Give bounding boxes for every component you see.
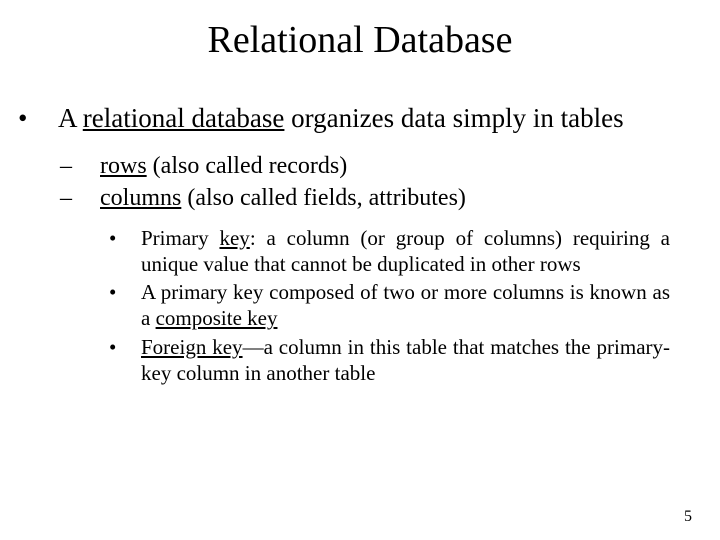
subsub-text-underline: composite key xyxy=(156,306,278,330)
slide-title: Relational Database xyxy=(30,18,690,62)
dot-marker: • xyxy=(125,279,141,305)
sub-text-post: (also called records) xyxy=(147,153,348,179)
sub-text-underline: columns xyxy=(100,185,181,211)
subsub-text-underline: Foreign key xyxy=(141,335,243,359)
bullet-marker: • xyxy=(38,102,58,136)
dot-marker: • xyxy=(125,225,141,251)
sub-bullet-rows: –rows (also called records) xyxy=(80,150,690,182)
sub-bullet-columns: –columns (also called fields, attributes… xyxy=(80,182,690,214)
bullet-text-underline: relational database xyxy=(83,103,285,133)
dot-marker: • xyxy=(125,334,141,360)
subsub-text-pre: Primary xyxy=(141,226,219,250)
dash-marker: – xyxy=(80,150,100,182)
sub-text-post: (also called fields, attributes) xyxy=(181,185,466,211)
page-number: 5 xyxy=(684,508,692,526)
bullet-level1: •A relational database organizes data si… xyxy=(30,102,690,136)
subsub-bullet-composite-key: •A primary key composed of two or more c… xyxy=(125,279,670,332)
bullet-text-pre: A xyxy=(58,103,83,133)
sub-text-underline: rows xyxy=(100,153,147,179)
subsub-bullet-primary-key: •Primary key: a column (or group of colu… xyxy=(125,225,670,278)
subsub-text-underline: key xyxy=(219,226,249,250)
subsub-bullet-foreign-key: •Foreign key—a column in this table that… xyxy=(125,334,670,387)
subsub-bullet-group: •Primary key: a column (or group of colu… xyxy=(125,225,670,387)
sub-bullet-group: –rows (also called records) –columns (al… xyxy=(80,150,690,215)
dash-marker: – xyxy=(80,182,100,214)
bullet-text-post: organizes data simply in tables xyxy=(284,103,623,133)
